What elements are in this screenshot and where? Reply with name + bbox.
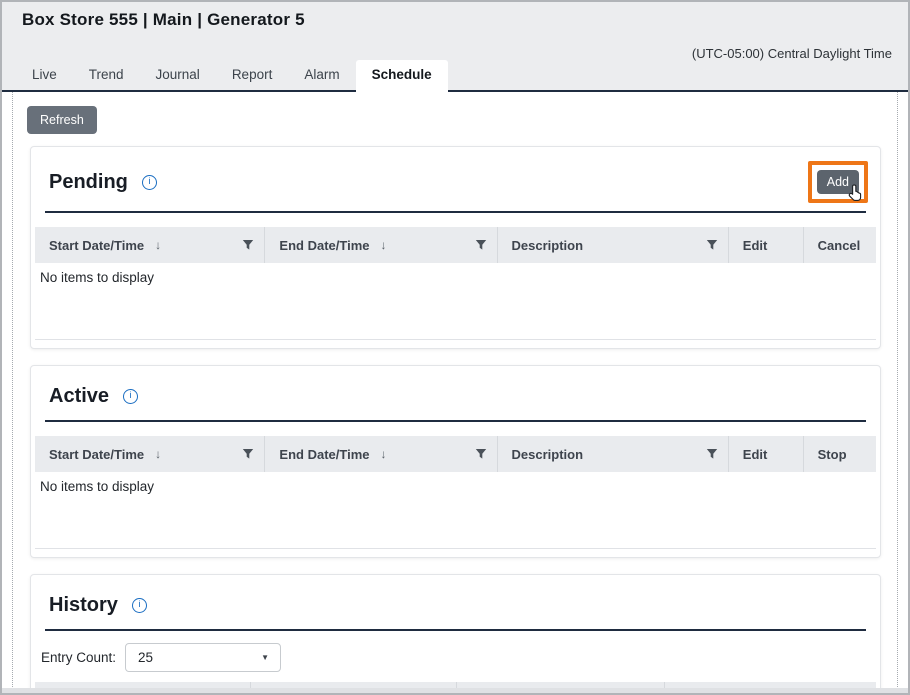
empty-message: No items to display [35,472,876,494]
horizontal-scrollbar[interactable] [2,688,908,693]
entry-count-label: Entry Count: [41,650,116,665]
timezone-label: (UTC-05:00) Central Daylight Time [692,46,892,61]
entry-count-select[interactable]: 25 ▼ [125,643,281,672]
table-body [35,285,876,340]
column-label: Start Date/Time [49,238,144,253]
active-section: Active i Start Date/Time ↓ End Date/Time… [30,365,881,558]
sort-desc-icon: ↓ [380,238,386,252]
info-icon[interactable]: i [142,175,157,190]
entry-count-row: Entry Count: 25 ▼ [41,643,876,672]
section-divider [45,629,866,631]
column-header-end[interactable]: End Date/Time ↓ [265,436,497,472]
info-icon[interactable]: i [123,389,138,404]
filter-icon[interactable] [475,239,487,251]
sort-desc-icon: ↓ [155,238,161,252]
column-header-description[interactable]: Description [498,436,729,472]
page-title: Box Store 555 | Main | Generator 5 [2,2,908,30]
chevron-down-icon: ▼ [261,653,269,662]
pending-table: Start Date/Time ↓ End Date/Time ↓ Descri… [35,227,876,340]
column-label: End Date/Time [279,447,369,462]
active-header: Active i [35,370,876,412]
filter-icon[interactable] [242,448,254,460]
column-label: Start Date/Time [49,447,144,462]
column-label: Cancel [818,238,861,253]
add-button-highlight: Add [808,161,868,203]
column-header-start[interactable]: Start Date/Time ↓ [35,227,265,263]
tab-report[interactable]: Report [216,60,289,90]
column-header-end[interactable]: End Date/Time ↓ [265,227,497,263]
filter-icon[interactable] [475,448,487,460]
filter-icon[interactable] [706,239,718,251]
tab-alarm[interactable]: Alarm [288,60,355,90]
schedule-tab-panel: Refresh Pending i Add [12,92,898,691]
pending-title: Pending [49,171,128,194]
table-body [35,494,876,549]
app-window: Box Store 555 | Main | Generator 5 (UTC-… [0,0,910,695]
pending-header: Pending i Add [35,151,876,203]
column-label: Stop [818,447,847,462]
column-header-stop: Stop [804,436,876,472]
pending-table-header: Start Date/Time ↓ End Date/Time ↓ Descri… [35,227,876,263]
section-divider [45,211,866,213]
entry-count-value: 25 [138,650,153,665]
column-header-description[interactable]: Description [498,227,729,263]
column-header-edit: Edit [729,436,804,472]
column-label: Description [512,238,584,253]
section-divider [45,420,866,422]
column-label: Edit [743,447,768,462]
empty-message: No items to display [35,263,876,285]
refresh-button[interactable]: Refresh [27,106,97,134]
history-section: History i Entry Count: 25 ▼ Start Date/T… [30,574,881,691]
tab-journal[interactable]: Journal [140,60,216,90]
column-label: Description [512,447,584,462]
tab-bar: Live Trend Journal Report Alarm Schedule [2,60,908,92]
column-label: End Date/Time [279,238,369,253]
tab-live[interactable]: Live [16,60,73,90]
column-header-edit: Edit [729,227,804,263]
active-title: Active [49,385,109,408]
history-header: History i [35,579,876,621]
info-icon[interactable]: i [132,598,147,613]
active-table-header: Start Date/Time ↓ End Date/Time ↓ Descri… [35,436,876,472]
column-header-cancel: Cancel [804,227,876,263]
sort-desc-icon: ↓ [380,447,386,461]
history-title: History [49,594,118,617]
tab-trend[interactable]: Trend [73,60,140,90]
tab-schedule[interactable]: Schedule [356,60,448,92]
column-header-start[interactable]: Start Date/Time ↓ [35,436,265,472]
sort-desc-icon: ↓ [155,447,161,461]
filter-icon[interactable] [706,448,718,460]
pending-section: Pending i Add Start Date/Time ↓ [30,146,881,349]
top-bar: Box Store 555 | Main | Generator 5 (UTC-… [2,2,908,92]
filter-icon[interactable] [242,239,254,251]
column-label: Edit [743,238,768,253]
add-button[interactable]: Add [817,170,859,194]
active-table: Start Date/Time ↓ End Date/Time ↓ Descri… [35,436,876,549]
